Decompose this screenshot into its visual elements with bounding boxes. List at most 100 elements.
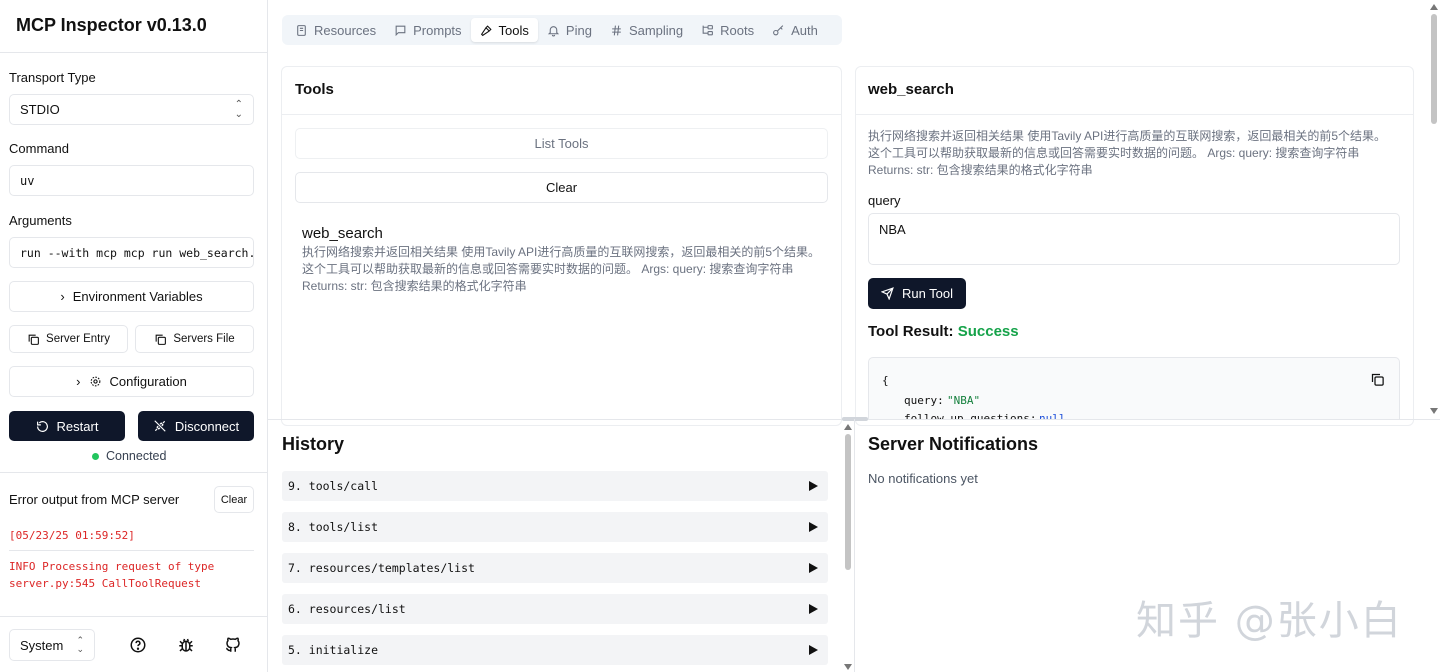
history-scrollbar[interactable] bbox=[845, 434, 851, 570]
servers-file-label: Servers File bbox=[173, 333, 235, 345]
tab-tools[interactable]: Tools bbox=[470, 18, 538, 42]
connection-status-label: Connected bbox=[106, 449, 167, 463]
disconnect-button[interactable]: Disconnect bbox=[138, 411, 254, 441]
message-icon bbox=[395, 25, 406, 36]
tab-resources[interactable]: Resources bbox=[286, 18, 385, 42]
history-item[interactable]: 7. resources/templates/list bbox=[282, 553, 828, 583]
clear-tools-button[interactable]: Clear bbox=[295, 172, 828, 203]
sidebar-divider bbox=[0, 52, 267, 53]
run-tool-label: Run Tool bbox=[901, 286, 954, 301]
history-item[interactable]: 8. tools/list bbox=[282, 512, 828, 542]
tab-sampling[interactable]: Sampling bbox=[601, 18, 692, 42]
hash-icon bbox=[612, 25, 621, 35]
tab-auth[interactable]: Auth bbox=[763, 18, 827, 42]
env-vars-toggle[interactable]: › Environment Variables bbox=[9, 281, 254, 312]
tab-label: Auth bbox=[791, 22, 818, 38]
bell-icon bbox=[547, 25, 560, 36]
log-line: INFO Processing request of type bbox=[9, 560, 215, 573]
restart-button[interactable]: Restart bbox=[9, 411, 125, 441]
expand-arrow-icon[interactable] bbox=[809, 645, 818, 655]
tool-result-status: Success bbox=[957, 323, 1019, 340]
copy-icon bbox=[155, 334, 167, 345]
restart-icon bbox=[36, 420, 48, 432]
restart-label: Restart bbox=[56, 418, 99, 434]
panel-splitter[interactable] bbox=[854, 419, 855, 672]
tab-ping[interactable]: Ping bbox=[538, 18, 601, 42]
page-scrollbar[interactable] bbox=[1431, 14, 1437, 124]
json-key: query: bbox=[904, 394, 944, 407]
history-title: History bbox=[282, 434, 345, 454]
tab-prompts[interactable]: Prompts bbox=[385, 18, 470, 42]
gear-icon bbox=[90, 376, 100, 387]
github-icon[interactable] bbox=[224, 636, 242, 654]
scroll-up-icon[interactable] bbox=[1430, 4, 1438, 10]
error-clear-button[interactable]: Clear bbox=[214, 486, 254, 513]
hammer-icon bbox=[480, 24, 492, 36]
json-key: follow_up_questions: bbox=[904, 412, 1037, 419]
history-item[interactable]: 9. tools/call bbox=[282, 471, 828, 501]
watermark: 知乎 @张小白 bbox=[1136, 598, 1403, 644]
transport-type-value: STDIO bbox=[20, 102, 60, 117]
help-icon[interactable] bbox=[129, 636, 147, 654]
server-entry-label: Server Entry bbox=[46, 333, 110, 345]
transport-type-select[interactable]: STDIO ⌃ ⌄ bbox=[9, 94, 254, 125]
expand-arrow-icon[interactable] bbox=[809, 522, 818, 532]
configuration-label: Configuration bbox=[109, 374, 187, 389]
notifications-empty-text: No notifications yet bbox=[868, 471, 978, 486]
tool-detail-title: web_search bbox=[868, 81, 954, 98]
expand-arrow-icon[interactable] bbox=[809, 604, 818, 614]
panel-divider bbox=[856, 114, 1413, 115]
resize-handle[interactable] bbox=[842, 417, 868, 421]
notifications-title: Server Notifications bbox=[868, 434, 1039, 454]
json-string-value: "NBA" bbox=[947, 394, 981, 407]
connection-status: Connected bbox=[92, 449, 166, 463]
tab-label: Sampling bbox=[628, 22, 684, 38]
disconnect-label: Disconnect bbox=[174, 418, 240, 434]
history-item-label: 8. tools/list bbox=[288, 520, 379, 534]
sidebar: MCP Inspector v0.13.0 Transport Type STD… bbox=[0, 0, 268, 672]
scroll-up-icon[interactable] bbox=[844, 424, 852, 430]
scroll-down-icon[interactable] bbox=[844, 664, 852, 670]
run-tool-button[interactable]: Run Tool bbox=[868, 278, 966, 309]
bug-icon[interactable] bbox=[177, 636, 195, 654]
chevron-up-down-icon: ⌃ ⌄ bbox=[234, 98, 243, 120]
list-tools-button[interactable]: List Tools bbox=[295, 128, 828, 159]
unplug-icon bbox=[154, 420, 166, 432]
description-line: 执行网络搜索并返回相关结果 使用Tavily API进行高质量的互联网搜索，返回… bbox=[868, 129, 1387, 143]
tool-result-label: Tool Result: bbox=[868, 323, 954, 340]
chevron-right-icon: › bbox=[60, 289, 65, 304]
expand-arrow-icon[interactable] bbox=[809, 481, 818, 491]
tool-item-name[interactable]: web_search bbox=[302, 225, 383, 242]
arguments-input[interactable]: run --with mcp mcp run web_search.py bbox=[9, 237, 254, 268]
tool-detail-description: 执行网络搜索并返回相关结果 使用Tavily API进行高质量的互联网搜索，返回… bbox=[868, 128, 1386, 179]
tab-label: Ping bbox=[565, 22, 592, 38]
command-input[interactable]: uv bbox=[9, 165, 254, 196]
description-line: 这个工具可以帮助获取最新的信息或回答需要实时数据的问题。 Args: query… bbox=[302, 262, 794, 276]
history-item[interactable]: 5. initialize bbox=[282, 635, 828, 665]
query-input[interactable]: NBA bbox=[868, 213, 1400, 265]
transport-type-label: Transport Type bbox=[9, 70, 96, 85]
folder-tree-icon bbox=[702, 24, 714, 35]
log-divider bbox=[9, 550, 254, 551]
tab-roots[interactable]: Roots bbox=[692, 18, 763, 42]
log-timestamp: [05/23/25 01:59:52] bbox=[9, 529, 135, 542]
servers-file-button[interactable]: Servers File bbox=[135, 325, 254, 353]
key-icon bbox=[773, 24, 784, 35]
expand-arrow-icon[interactable] bbox=[809, 563, 818, 573]
configuration-toggle[interactable]: › Configuration bbox=[9, 366, 254, 397]
tab-label: Tools bbox=[498, 22, 529, 38]
json-null-value: null bbox=[1039, 412, 1066, 419]
description-line: 执行网络搜索并返回相关结果 使用Tavily API进行高质量的互联网搜索，返回… bbox=[302, 245, 821, 259]
history-item-label: 5. initialize bbox=[288, 643, 379, 657]
history-item-label: 7. resources/templates/list bbox=[288, 561, 475, 575]
history-item[interactable]: 6. resources/list bbox=[282, 594, 828, 624]
theme-select[interactable]: System ⌃ ⌄ bbox=[9, 629, 95, 661]
error-output-title: Error output from MCP server bbox=[9, 492, 180, 507]
description-line: 这个工具可以帮助获取最新的信息或回答需要实时数据的问题。 Args: query… bbox=[868, 146, 1360, 160]
app-title: MCP Inspector v0.13.0 bbox=[16, 15, 207, 35]
scroll-down-icon[interactable] bbox=[1430, 408, 1438, 414]
tab-label: Resources bbox=[314, 22, 377, 38]
server-entry-button[interactable]: Server Entry bbox=[9, 325, 128, 353]
copy-icon[interactable] bbox=[1370, 372, 1385, 387]
tool-result-heading: Tool Result: Success bbox=[868, 323, 1019, 340]
